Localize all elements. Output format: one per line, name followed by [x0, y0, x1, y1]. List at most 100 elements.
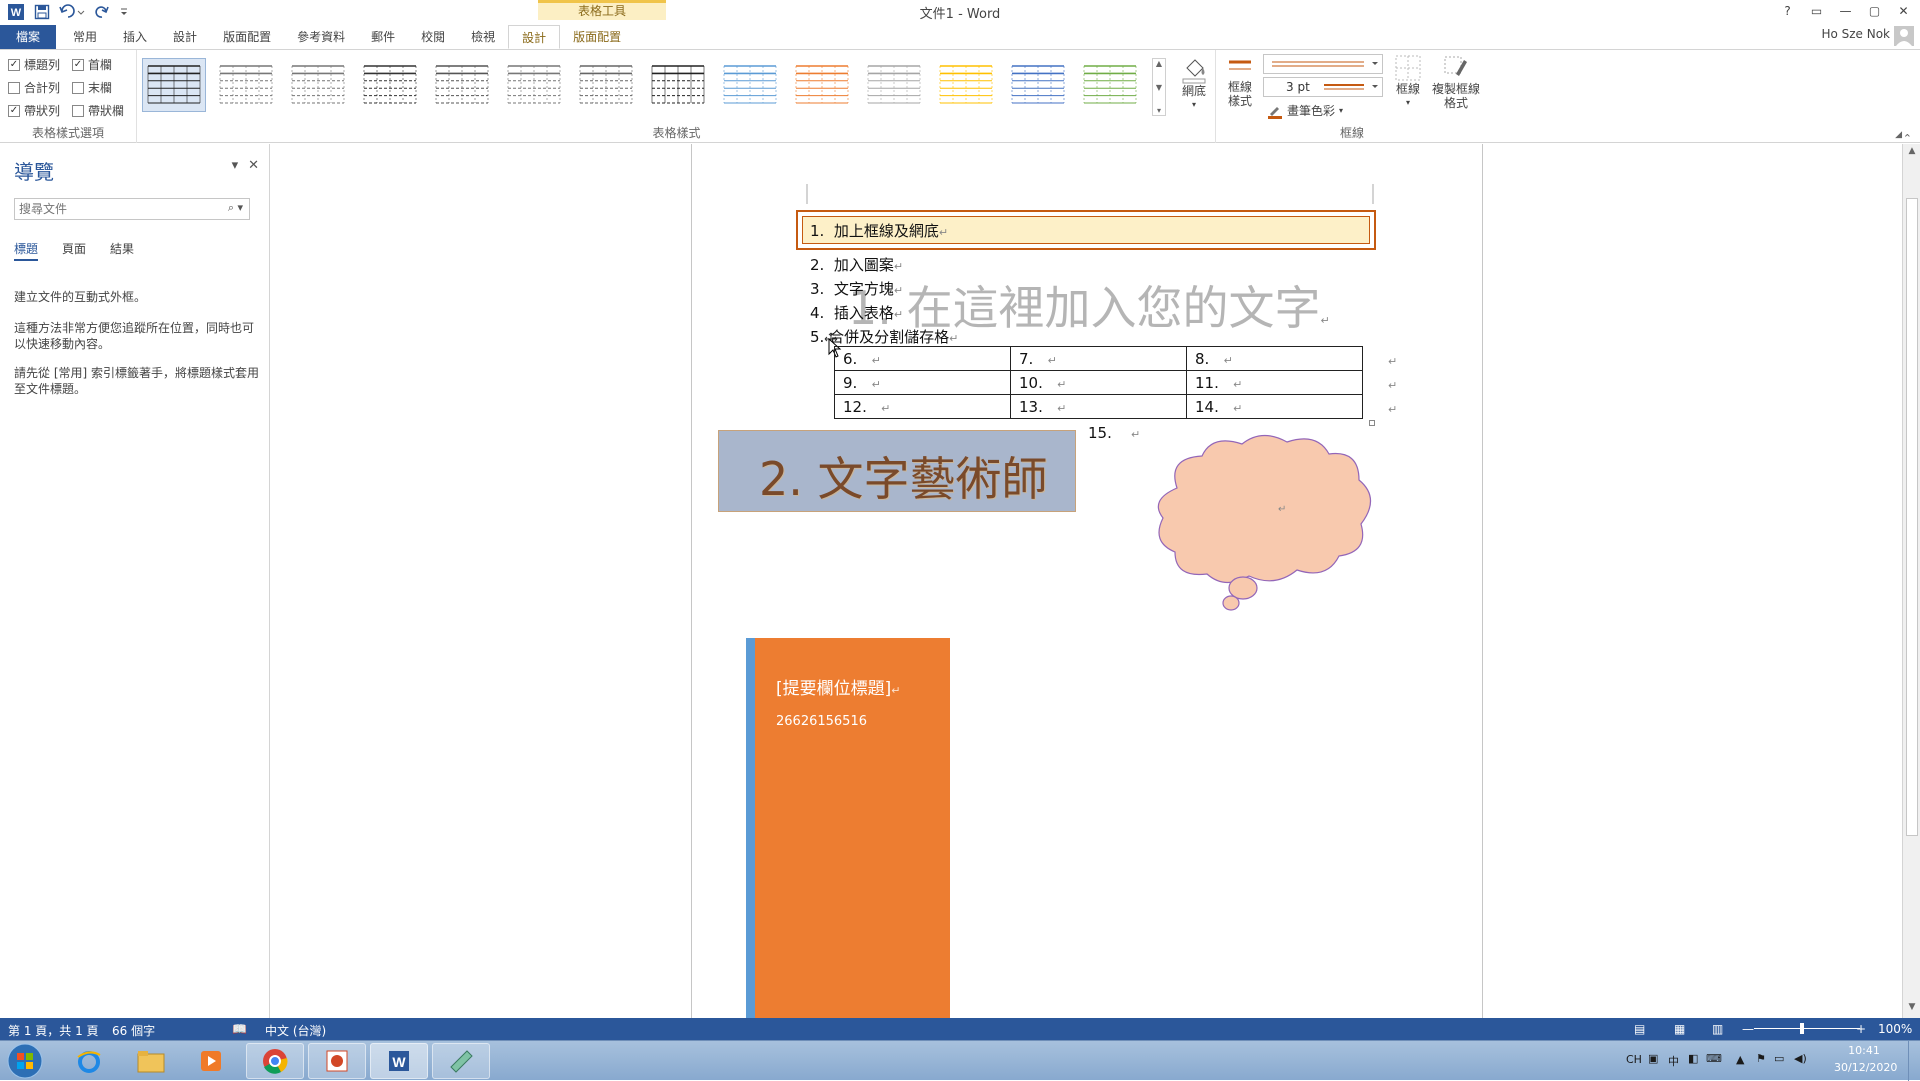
table-style-swatch[interactable]	[1078, 58, 1142, 112]
table-style-swatch[interactable]	[502, 58, 566, 112]
nav-options-icon[interactable]: ▾	[232, 158, 239, 173]
help-button[interactable]: ?	[1773, 0, 1802, 22]
shading-button[interactable]: 網底 ▾	[1172, 54, 1216, 112]
flag-icon[interactable]: ⚑	[1756, 1052, 1766, 1065]
zoom-in-icon[interactable]: +	[1856, 1022, 1866, 1036]
scroll-up-icon[interactable]: ▲	[1905, 146, 1919, 160]
avatar[interactable]	[1894, 26, 1914, 46]
cloud-callout-shape[interactable]: ↵	[1147, 428, 1379, 614]
web-layout-icon[interactable]: ▥	[1712, 1022, 1723, 1036]
nav-close-icon[interactable]: ✕	[248, 158, 259, 173]
nav-tab-results[interactable]: 結果	[110, 240, 134, 261]
ime-pad-icon[interactable]: ⌨	[1706, 1052, 1722, 1065]
list-item-4[interactable]: 4. 插入表格↵	[810, 302, 903, 323]
sidebar-title[interactable]: [提要欄位標題]↵	[776, 674, 900, 699]
sidebar-textbox[interactable]: [提要欄位標題]↵ 26626156516	[746, 638, 950, 1018]
option-header-row[interactable]: ✓ 標題列	[8, 56, 60, 73]
user-name[interactable]: Ho Sze Nok	[1821, 27, 1890, 41]
zoom-out-icon[interactable]: —	[1742, 1022, 1754, 1036]
close-button[interactable]: ✕	[1889, 0, 1918, 22]
word-count[interactable]: 66 個字	[112, 1022, 155, 1039]
gallery-down-icon[interactable]: ▼	[1156, 83, 1162, 92]
checkbox[interactable]: ✓	[72, 58, 84, 71]
ribbon-display-options-button[interactable]: ▭	[1802, 0, 1831, 22]
document-page[interactable]: 1. 在這裡加入您的文字↵ 1. 加上框線及網底↵ 2. 加入圖案↵ 3. 文字…	[691, 144, 1483, 1018]
taskbar-ie[interactable]	[60, 1043, 118, 1079]
option-banded-columns[interactable]: 帶狀欄	[72, 102, 124, 119]
read-mode-icon[interactable]: ▤	[1634, 1022, 1645, 1036]
half-width-icon[interactable]: ◧	[1688, 1052, 1698, 1065]
tab-review[interactable]: 校閱	[408, 25, 458, 49]
table-style-swatch[interactable]	[646, 58, 710, 112]
tray-ime-mode[interactable]: 中	[1668, 1053, 1679, 1069]
table-style-swatch[interactable]	[718, 58, 782, 112]
start-button[interactable]	[6, 1042, 46, 1080]
volume-icon[interactable]: ◀)	[1794, 1052, 1807, 1065]
border-styles-button[interactable]: 框線樣式	[1223, 54, 1257, 108]
line-style-dropdown[interactable]	[1263, 54, 1383, 74]
customize-qat-icon[interactable]	[118, 2, 130, 22]
scroll-down-icon[interactable]: ▼	[1905, 1002, 1919, 1016]
table-style-swatch[interactable]	[286, 58, 350, 112]
scroll-thumb[interactable]	[1906, 198, 1918, 836]
search-input[interactable]	[15, 199, 215, 219]
option-total-row[interactable]: 合計列	[8, 79, 60, 96]
tab-design[interactable]: 設計	[160, 25, 210, 49]
list-item-3[interactable]: 3. 文字方塊↵	[810, 278, 903, 299]
table-style-swatch[interactable]	[358, 58, 422, 112]
redo-icon[interactable]	[92, 2, 112, 22]
tab-references[interactable]: 參考資料	[284, 25, 358, 49]
list-item-2[interactable]: 2. 加入圖案↵	[810, 254, 903, 275]
zoom-thumb[interactable]	[1800, 1023, 1804, 1034]
nav-tab-headings[interactable]: 標題	[14, 240, 39, 261]
tray-time[interactable]: 10:41	[1834, 1044, 1894, 1057]
print-layout-icon[interactable]: ▦	[1674, 1022, 1685, 1036]
undo-icon[interactable]	[58, 2, 86, 22]
option-banded-rows[interactable]: ✓ 帶狀列	[8, 102, 60, 119]
tray-date[interactable]: 30/12/2020	[1834, 1061, 1897, 1074]
tab-table-design[interactable]: 設計	[508, 25, 561, 49]
tab-home[interactable]: 常用	[60, 25, 110, 49]
table-cell[interactable]: 13. ↵	[1010, 394, 1187, 419]
table-style-swatch[interactable]	[862, 58, 926, 112]
borders-button[interactable]: 框線 ▾	[1389, 54, 1427, 110]
taskbar-chrome[interactable]	[246, 1043, 304, 1079]
show-desktop-button[interactable]	[1908, 1041, 1920, 1081]
tab-table-layout[interactable]: 版面配置	[560, 25, 634, 49]
tab-page-layout[interactable]: 版面配置	[210, 25, 284, 49]
table-cell[interactable]: 10. ↵	[1010, 370, 1187, 395]
table-style-swatch[interactable]	[574, 58, 638, 112]
table-style-swatch[interactable]	[214, 58, 278, 112]
table-cell[interactable]: 6. ↵	[834, 346, 1011, 371]
checkbox[interactable]: ✓	[8, 104, 20, 117]
minimize-button[interactable]: —	[1831, 0, 1860, 22]
proofing-icon[interactable]: 📖	[232, 1022, 247, 1036]
page-count[interactable]: 第 1 頁，共 1 頁	[8, 1022, 99, 1039]
checkbox[interactable]	[8, 81, 20, 94]
search-icon[interactable]: ⌕ ▾	[228, 201, 243, 215]
document-table[interactable]: 6. ↵ 7. ↵ 8. ↵ 9. ↵ 10. ↵ 11. ↵ 12. ↵ 13…	[834, 346, 1363, 419]
list-item-15[interactable]: 15. ↵	[1088, 424, 1140, 442]
option-last-column[interactable]: 末欄	[72, 79, 112, 96]
table-style-gallery[interactable]	[142, 58, 1152, 116]
taskbar-explorer[interactable]	[122, 1043, 180, 1079]
taskbar-notepad[interactable]	[432, 1043, 490, 1079]
table-style-swatch[interactable]	[934, 58, 998, 112]
table-cell[interactable]: 14. ↵	[1186, 394, 1363, 419]
table-cell[interactable]: 11. ↵	[1186, 370, 1363, 395]
save-icon[interactable]	[32, 2, 52, 22]
border-painter-button[interactable]: 複製框線格式	[1429, 54, 1483, 110]
table-style-swatch[interactable]	[790, 58, 854, 112]
table-style-swatch[interactable]	[1006, 58, 1070, 112]
word-app-icon[interactable]: W	[6, 2, 26, 22]
tab-file[interactable]: 檔案	[0, 25, 57, 49]
tab-view[interactable]: 檢視	[458, 25, 508, 49]
table-cell[interactable]: 8. ↵	[1186, 346, 1363, 371]
wordart-box[interactable]: 2. 文字藝術師	[718, 430, 1076, 512]
language[interactable]: 中文 (台灣)	[265, 1022, 326, 1039]
taskbar-powerpoint[interactable]	[308, 1043, 366, 1079]
table-cell[interactable]: 7. ↵	[1010, 346, 1187, 371]
table-resize-handle[interactable]	[1369, 420, 1375, 426]
nav-tab-pages[interactable]: 頁面	[62, 240, 86, 261]
zoom-level[interactable]: 100%	[1878, 1022, 1912, 1036]
